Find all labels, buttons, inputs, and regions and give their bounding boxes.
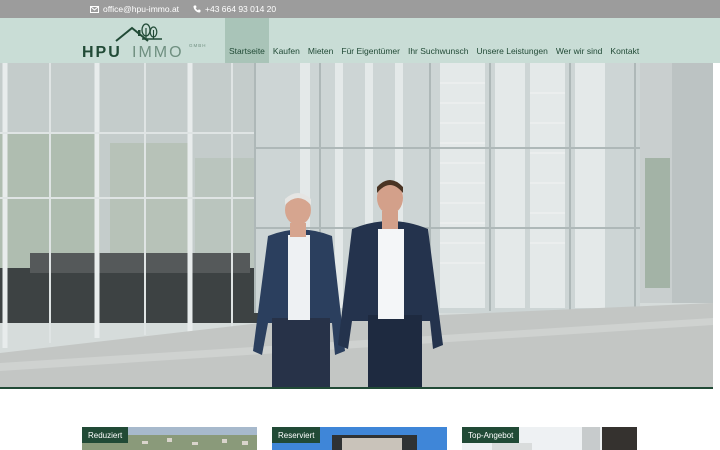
property-card[interactable]: Reduziert bbox=[82, 427, 257, 450]
logo-text-light: IMMO bbox=[132, 44, 184, 61]
contact-phone-link[interactable]: +43 664 93 014 20 bbox=[193, 0, 276, 18]
nav-item-wer-wir-sind[interactable]: Wer wir sind bbox=[552, 18, 607, 63]
hero-photo-illustration bbox=[0, 63, 713, 387]
house-trees-icon bbox=[115, 23, 162, 42]
property-card[interactable]: Top-Angebot bbox=[462, 427, 637, 450]
nav-item-startseite[interactable]: Startseite bbox=[225, 18, 269, 63]
contact-email-text: office@hpu-immo.at bbox=[103, 4, 180, 14]
nav-item-kontakt[interactable]: Kontakt bbox=[606, 18, 643, 63]
hero-divider bbox=[0, 387, 713, 389]
status-badge: Top-Angebot bbox=[462, 427, 520, 443]
contact-email-link[interactable]: office@hpu-immo.at bbox=[90, 0, 179, 18]
contact-topbar: office@hpu-immo.at +43 664 93 014 20 bbox=[0, 0, 720, 18]
main-menu: Startseite Kaufen Mieten Für Eigentümer … bbox=[225, 18, 643, 63]
hero-image bbox=[0, 63, 713, 387]
status-badge: Reduziert bbox=[82, 427, 129, 443]
main-navbar: HPU IMMO GMBH Startseite Kaufen Mieten F… bbox=[0, 18, 720, 63]
property-cards: Reduziert Reserviert Top-Angebot bbox=[82, 427, 638, 450]
nav-item-ihr-suchwunsch[interactable]: Ihr Suchwunsch bbox=[404, 18, 472, 63]
envelope-icon bbox=[90, 5, 99, 13]
logo-text-bold: HPU bbox=[82, 44, 122, 61]
status-badge: Reserviert bbox=[272, 427, 321, 443]
contact-phone-text: +43 664 93 014 20 bbox=[205, 4, 277, 14]
phone-icon bbox=[193, 5, 201, 13]
nav-item-unsere-leistungen[interactable]: Unsere Leistungen bbox=[472, 18, 551, 63]
nav-item-fuer-eigentuemer[interactable]: Für Eigentümer bbox=[337, 18, 404, 63]
nav-item-kaufen[interactable]: Kaufen bbox=[269, 18, 304, 63]
company-logo[interactable]: HPU IMMO GMBH bbox=[82, 18, 212, 63]
logo-suffix: GMBH bbox=[189, 43, 207, 48]
property-card[interactable]: Reserviert bbox=[272, 427, 447, 450]
nav-item-mieten[interactable]: Mieten bbox=[304, 18, 338, 63]
